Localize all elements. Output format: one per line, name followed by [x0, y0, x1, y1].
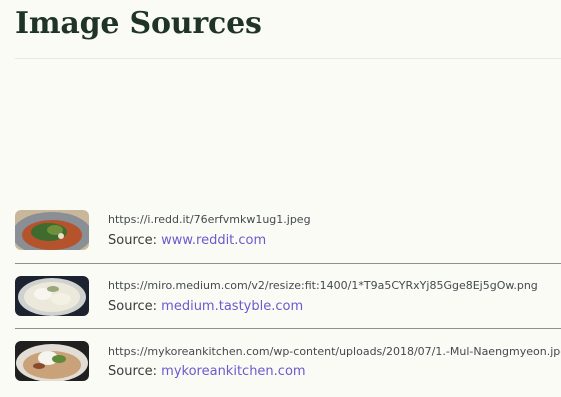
page-title: Image Sources [15, 6, 262, 41]
row-divider [15, 328, 561, 329]
source-link[interactable]: mykoreankitchen.com [161, 364, 305, 379]
food-thumbnail-image[interactable] [15, 210, 89, 250]
source-link[interactable]: medium.tastyble.com [161, 299, 303, 314]
source-line: Source: www.reddit.com [108, 233, 266, 248]
source-label: Source: [108, 364, 158, 379]
row-divider [15, 263, 561, 264]
image-sources-page: Image Sources https://i.redd.it/76erfvmk… [0, 0, 561, 397]
source-label: Source: [108, 233, 158, 248]
food-thumbnail-image[interactable] [15, 341, 89, 381]
food-thumbnail-image[interactable] [15, 276, 89, 316]
source-row: https://i.redd.it/76erfvmkw1ug1.jpeg Sou… [15, 205, 561, 261]
source-row: https://mykoreankitchen.com/wp-content/u… [15, 336, 561, 392]
image-url: https://miro.medium.com/v2/resize:fit:14… [108, 279, 538, 292]
source-line: Source: mykoreankitchen.com [108, 364, 306, 379]
source-label: Source: [108, 299, 158, 314]
source-link[interactable]: www.reddit.com [161, 233, 266, 248]
image-url: https://mykoreankitchen.com/wp-content/u… [108, 345, 561, 358]
title-divider [15, 58, 561, 59]
source-row: https://miro.medium.com/v2/resize:fit:14… [15, 270, 561, 326]
image-url: https://i.redd.it/76erfvmkw1ug1.jpeg [108, 213, 311, 226]
source-line: Source: medium.tastyble.com [108, 299, 303, 314]
